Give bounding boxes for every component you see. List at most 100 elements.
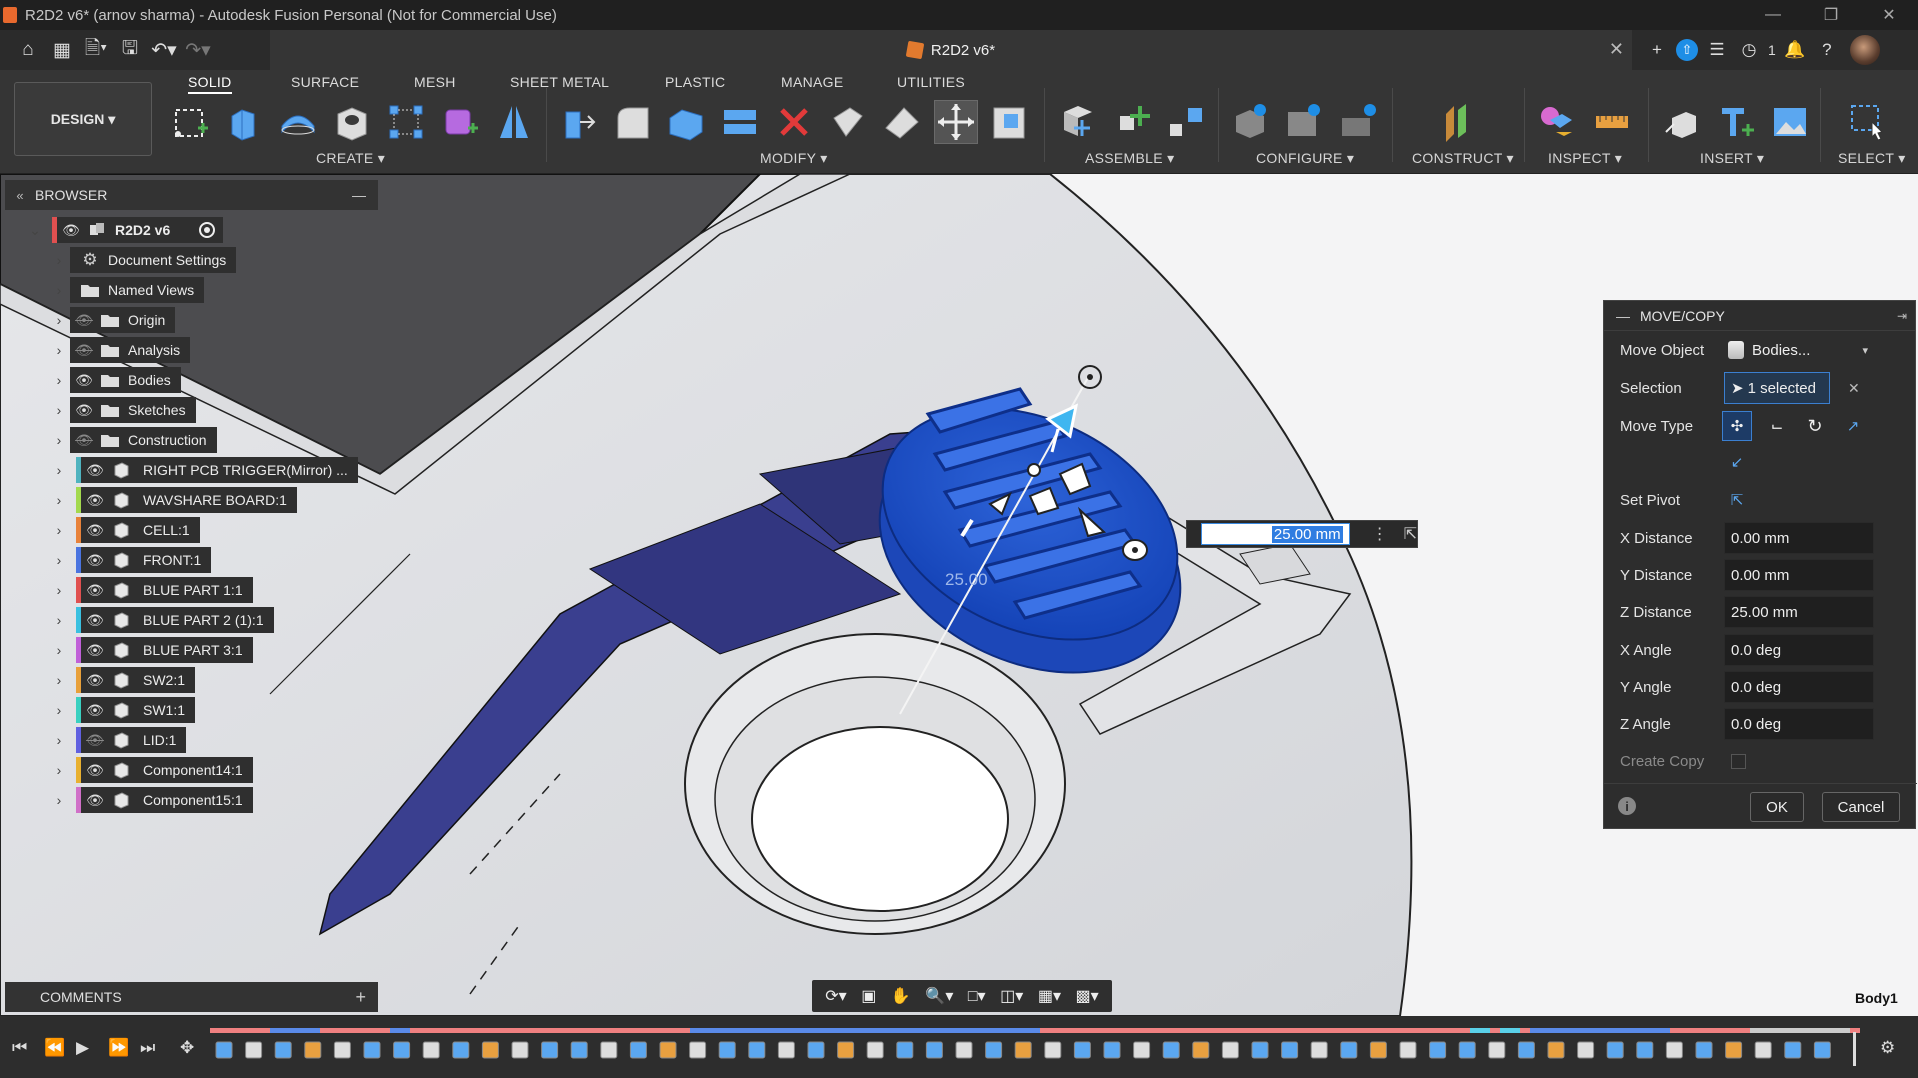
comments-header[interactable]: COMMENTS +: [5, 982, 378, 1012]
move-object-dropdown[interactable]: Bodies... ▾: [1722, 334, 1872, 366]
chevron-right-icon[interactable]: ›: [52, 372, 66, 388]
timeline-feature-icon[interactable]: [1133, 1041, 1151, 1059]
chevron-right-icon[interactable]: ›: [52, 342, 66, 358]
grid-icon[interactable]: ▦▾: [1038, 986, 1061, 1006]
orbit-icon[interactable]: ⟳▾: [825, 986, 846, 1006]
browser-header[interactable]: « BROWSER —: [5, 180, 378, 210]
timeline-feature-icon[interactable]: [1369, 1041, 1387, 1059]
insert-group-label[interactable]: INSERT ▾: [1700, 150, 1764, 167]
close-tab-icon[interactable]: ✕: [1609, 39, 1624, 60]
as-built-joint-icon[interactable]: [1164, 100, 1208, 144]
timeline-last-icon[interactable]: ⏭: [140, 1038, 155, 1058]
eye-icon[interactable]: 👁: [81, 487, 109, 513]
z-distance-input[interactable]: 25.00 mm: [1724, 596, 1874, 628]
set-pivot-icon[interactable]: ⇱: [1722, 485, 1752, 515]
timeline-play-icon[interactable]: ▶: [76, 1038, 89, 1058]
eye-icon[interactable]: 👁: [70, 367, 98, 393]
timeline-feature-icon[interactable]: [1310, 1041, 1328, 1059]
timeline-marker[interactable]: [1853, 1032, 1856, 1066]
timeline-feature-icon[interactable]: [245, 1041, 263, 1059]
y-angle-input[interactable]: 0.0 deg: [1724, 671, 1874, 703]
close-window-button[interactable]: ✕: [1860, 5, 1918, 25]
timeline-feature-icon[interactable]: [807, 1041, 825, 1059]
y-distance-input[interactable]: 0.00 mm: [1724, 559, 1874, 591]
point-to-position-icon[interactable]: ↙: [1722, 447, 1752, 477]
shell-icon[interactable]: [664, 100, 708, 144]
new-component-icon[interactable]: [1056, 100, 1100, 144]
tab-sheet-metal[interactable]: SHEET METAL: [510, 74, 609, 90]
eye-icon[interactable]: 👁: [57, 217, 85, 243]
rotate-icon[interactable]: ↻: [1800, 411, 1830, 441]
browser-item[interactable]: › 👁 BLUE PART 3:1: [57, 636, 253, 664]
clear-selection-icon[interactable]: ✕: [1848, 380, 1860, 397]
timeline-settings-gear-icon[interactable]: ⚙: [1880, 1038, 1895, 1058]
browser-item[interactable]: › ⚙ Document Settings: [57, 246, 237, 274]
browser-item[interactable]: › 👁 BLUE PART 1:1: [57, 576, 253, 604]
chevron-right-icon[interactable]: ›: [52, 432, 66, 448]
eye-icon[interactable]: 👁: [81, 757, 109, 783]
eye-icon[interactable]: 👁: [81, 787, 109, 813]
timeline-feature-icon[interactable]: [363, 1041, 381, 1059]
browser-item[interactable]: › 👁 FRONT:1: [57, 546, 212, 574]
eye-hidden-icon[interactable]: 👁: [70, 427, 98, 453]
chevron-right-icon[interactable]: ›: [52, 252, 66, 268]
eye-icon[interactable]: 👁: [81, 457, 109, 483]
insert-mcmaster-icon[interactable]: [1714, 100, 1758, 144]
help-icon[interactable]: ?: [1814, 37, 1840, 63]
timeline-feature-icon[interactable]: [1813, 1041, 1831, 1059]
browser-item[interactable]: › 👁 WAVSHARE BOARD:1: [57, 486, 297, 514]
ok-button[interactable]: OK: [1750, 792, 1804, 822]
timeline-feature-icon[interactable]: [1162, 1041, 1180, 1059]
browser-item[interactable]: › 👁 RIGHT PCB TRIGGER(Mirror) ...: [57, 456, 358, 484]
split-body-icon[interactable]: [718, 100, 762, 144]
timeline-feature-icon[interactable]: [333, 1041, 351, 1059]
configure-rules-icon[interactable]: [1282, 100, 1326, 144]
timeline-feature-icon[interactable]: [1192, 1041, 1210, 1059]
distance-input[interactable]: 25.00 mm: [1201, 523, 1350, 545]
hole-icon[interactable]: [330, 100, 374, 144]
save-icon[interactable]: 🖫: [116, 36, 144, 64]
browser-item[interactable]: › 👁 LID:1: [57, 726, 187, 754]
timeline-feature-icon[interactable]: [777, 1041, 795, 1059]
browser-item[interactable]: › 👁 CELL:1: [57, 516, 200, 544]
active-radio-icon[interactable]: [199, 222, 215, 238]
timeline-feature-icon[interactable]: [1547, 1041, 1565, 1059]
construct-group-label[interactable]: CONSTRUCT ▾: [1412, 150, 1514, 167]
browser-item[interactable]: › 👁 Analysis: [57, 336, 191, 364]
eye-icon[interactable]: 👁: [81, 697, 109, 723]
tab-mesh[interactable]: MESH: [414, 74, 456, 90]
modify-group-label[interactable]: MODIFY ▾: [760, 150, 828, 167]
cancel-button[interactable]: Cancel: [1822, 792, 1900, 822]
chevron-right-icon[interactable]: ›: [52, 792, 66, 808]
pan-hand-icon[interactable]: ✋: [891, 986, 911, 1006]
measure-icon[interactable]: [1590, 100, 1634, 144]
timeline-feature-icon[interactable]: [748, 1041, 766, 1059]
timeline-next-icon[interactable]: ⏩: [108, 1038, 129, 1058]
eye-icon[interactable]: 👁: [81, 607, 109, 633]
file-menu-icon[interactable]: 🗎▾: [82, 36, 110, 64]
window-select-icon[interactable]: [1846, 100, 1890, 144]
timeline-feature-icon[interactable]: [304, 1041, 322, 1059]
user-avatar[interactable]: [1849, 35, 1880, 65]
timeline-feature-icon[interactable]: [1695, 1041, 1713, 1059]
browser-item[interactable]: › 👁 Component14:1: [57, 756, 253, 784]
timeline-feature-icon[interactable]: [452, 1041, 470, 1059]
eye-hidden-icon[interactable]: 👁: [70, 337, 98, 363]
undo-icon[interactable]: ↶▾: [150, 36, 178, 64]
delete-icon[interactable]: [772, 100, 816, 144]
timeline-feature-icon[interactable]: [985, 1041, 1003, 1059]
home-icon[interactable]: ⌂: [14, 36, 42, 64]
minimize-browser-icon[interactable]: —: [352, 187, 366, 203]
restore-button[interactable]: ❐: [1802, 5, 1860, 25]
timeline-feature-icon[interactable]: [1073, 1041, 1091, 1059]
timeline-feature-icon[interactable]: [1014, 1041, 1032, 1059]
timeline-feature-icon[interactable]: [1517, 1041, 1535, 1059]
eye-icon[interactable]: 👁: [81, 667, 109, 693]
collapse-dialog-icon[interactable]: —: [1616, 308, 1630, 324]
create-group-label[interactable]: CREATE ▾: [316, 150, 385, 167]
timeline-feature-icon[interactable]: [1251, 1041, 1269, 1059]
move-copy-icon[interactable]: [934, 100, 978, 144]
timeline-feature-icon[interactable]: [1784, 1041, 1802, 1059]
add-comment-icon[interactable]: +: [355, 987, 366, 1008]
info-icon[interactable]: i: [1618, 797, 1636, 815]
